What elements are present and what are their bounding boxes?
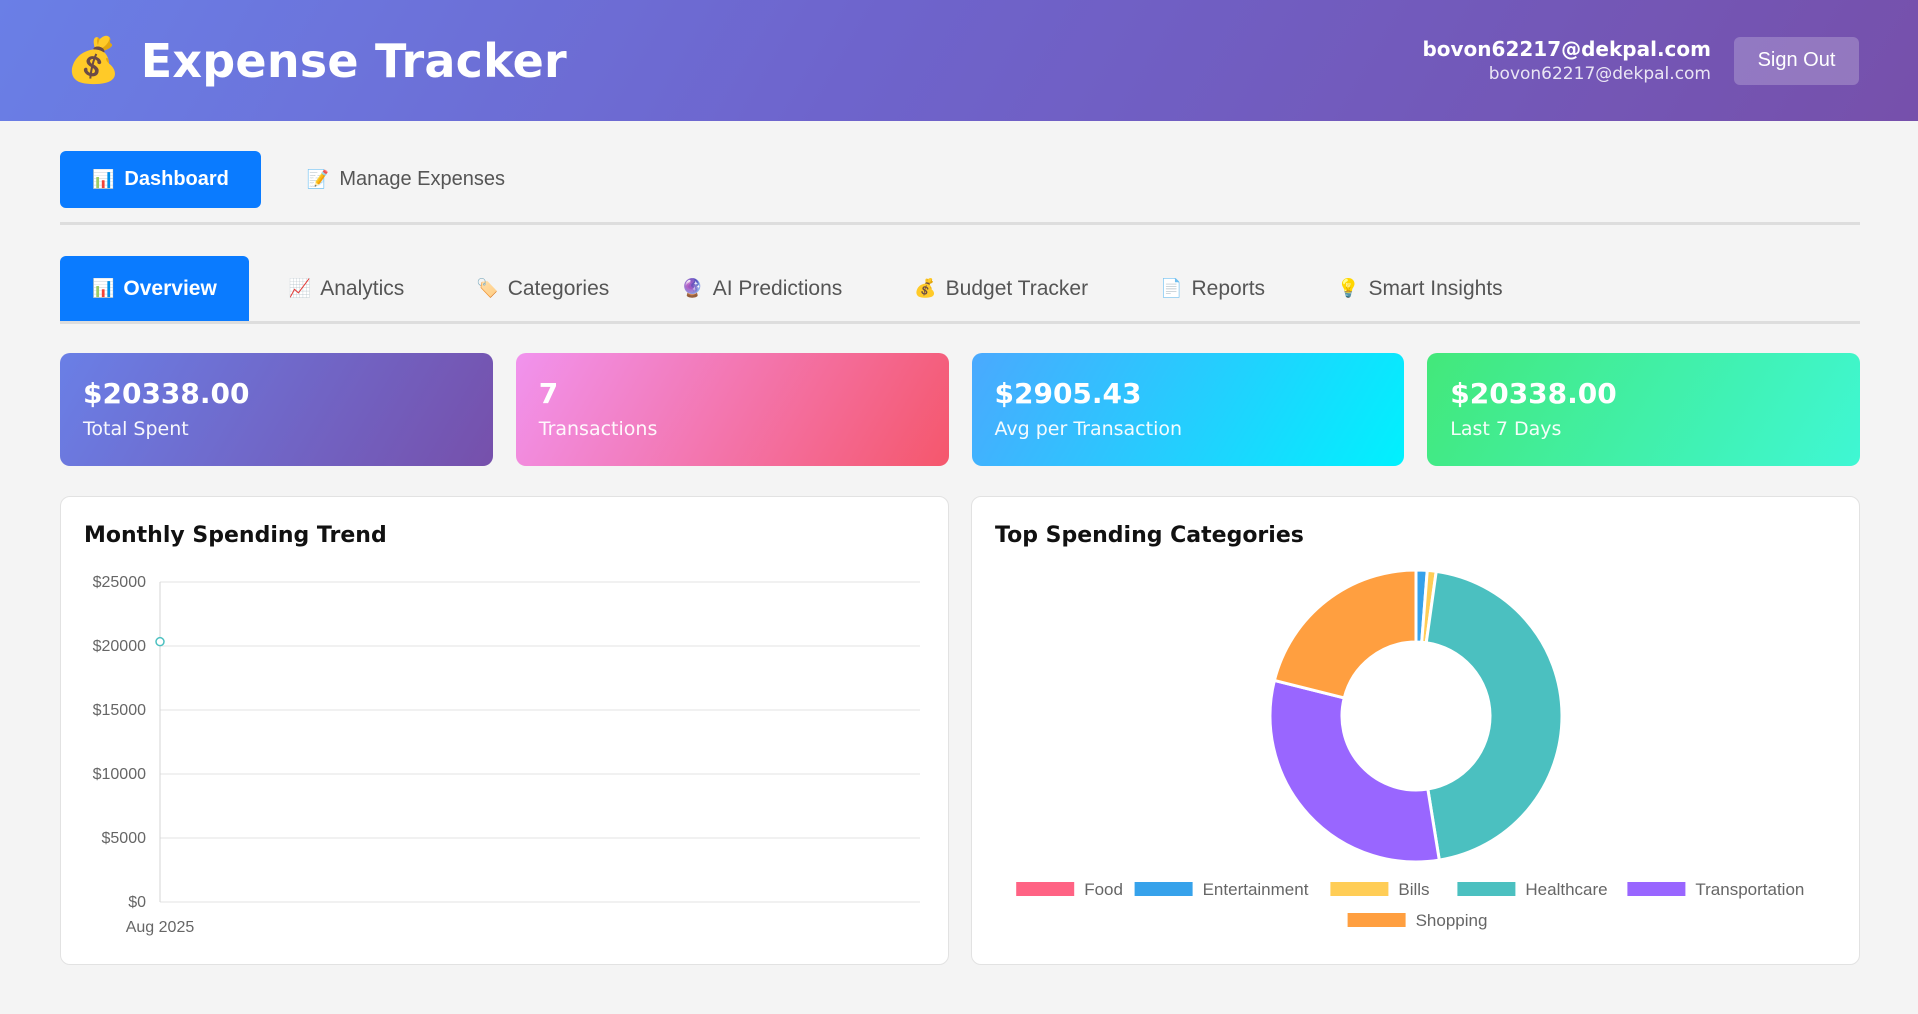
stat-value: $20338.00 xyxy=(83,377,250,410)
bar-chart-icon: 📊 xyxy=(92,169,115,190)
trend-chart-icon: 📈 xyxy=(288,278,312,299)
stat-value: 7 xyxy=(538,377,559,410)
nav-dashboard[interactable]: 📊 Dashboard xyxy=(60,151,261,208)
tab-ai-predictions[interactable]: 🔮 AI Predictions xyxy=(649,256,874,321)
tab-categories[interactable]: 🏷️ Categories xyxy=(444,256,641,321)
user-email: bovon62217@dekpal.com xyxy=(1422,37,1711,61)
document-icon: 📄 xyxy=(1160,278,1183,299)
main-nav: 📊 Dashboard 📝 Manage Expenses xyxy=(60,151,1860,225)
legend-label: Shopping xyxy=(1416,911,1488,930)
legend-swatch xyxy=(1457,882,1516,896)
tab-smart-insights[interactable]: 💡 Smart Insights xyxy=(1305,256,1535,321)
legend-swatch xyxy=(1330,882,1389,896)
user-subemail: bovon62217@dekpal.com xyxy=(1488,64,1711,84)
stat-label: Last 7 Days xyxy=(1450,418,1562,440)
donut-slice xyxy=(1272,568,1418,700)
tab-label: AI Predictions xyxy=(712,276,843,300)
money-bag-icon: 💰 xyxy=(66,34,121,86)
y-tick-label: $0 xyxy=(128,894,146,911)
tag-icon: 🏷️ xyxy=(476,278,499,299)
crystal-ball-icon: 🔮 xyxy=(681,278,704,299)
app-header: 💰 Expense Tracker bovon62217@dekpal.com … xyxy=(0,0,1918,121)
legend-swatch xyxy=(1627,882,1686,896)
y-tick-label: $20000 xyxy=(93,638,146,655)
monthly-trend-chart: $0 $5000 $10000 $15000 $20000 $25000 Aug 2025 xyxy=(93,574,920,936)
stat-value: $20338.00 xyxy=(1450,377,1617,410)
stat-card-last-7-days: $20338.00 Last 7 Days xyxy=(1427,353,1860,466)
data-point xyxy=(155,636,165,647)
tab-label: Reports xyxy=(1191,276,1266,300)
tab-label: Categories xyxy=(507,276,610,300)
tab-analytics[interactable]: 📈 Analytics xyxy=(257,256,436,321)
money-bag-icon: 💰 xyxy=(914,278,937,299)
monthly-trend-panel: Monthly Spending Trend $0 $5000 $10000 $150… xyxy=(60,496,949,965)
y-tick-label: $15000 xyxy=(93,702,146,719)
legend-label: Transportation xyxy=(1695,880,1804,899)
nav-manage-expenses[interactable]: 📝 Manage Expenses xyxy=(275,151,537,208)
tab-label: Budget Tracker xyxy=(945,276,1089,300)
legend-swatch xyxy=(1347,913,1406,927)
nav-label: Dashboard xyxy=(124,168,229,190)
tab-overview[interactable]: 📊 Overview xyxy=(60,256,249,321)
nav-label: Manage Expenses xyxy=(339,168,505,190)
sign-out-button[interactable]: Sign Out xyxy=(1734,36,1859,85)
user-area: bovon62217@dekpal.com bovon62217@dekpal.… xyxy=(1422,36,1859,85)
top-categories-panel: Top Spending Categories Food Entertainmen… xyxy=(971,496,1860,965)
app-title: Expense Tracker xyxy=(140,33,567,88)
legend-label: Entertainment xyxy=(1203,880,1309,899)
x-tick-label: Aug 2025 xyxy=(126,919,195,936)
legend-label: Bills xyxy=(1398,880,1429,899)
donut-slice xyxy=(1424,569,1564,862)
y-tick-label: $25000 xyxy=(93,574,146,591)
tab-label: Analytics xyxy=(320,276,405,300)
stat-label: Avg per Transaction xyxy=(994,418,1183,440)
brand: 💰 Expense Tracker xyxy=(66,34,567,88)
top-categories-chart: Food Entertainment Bills Healthcare Transpor… xyxy=(1016,568,1804,930)
legend-swatch xyxy=(1016,882,1075,896)
stats-row: $20338.00 Total Spent 7 Transactions $29… xyxy=(60,353,1860,466)
legend-label: Food xyxy=(1084,880,1123,899)
memo-icon: 📝 xyxy=(306,169,330,190)
stat-label: Transactions xyxy=(538,418,658,440)
lightbulb-icon: 💡 xyxy=(1337,278,1360,299)
donut-slice xyxy=(1268,678,1442,864)
stat-value: $2905.43 xyxy=(994,377,1142,410)
tab-label: Overview xyxy=(123,276,217,300)
bar-chart-icon: 📊 xyxy=(92,278,115,299)
stat-card-transactions: 7 Transactions xyxy=(515,353,949,466)
user-info: bovon62217@dekpal.com bovon62217@dekpal.… xyxy=(1422,37,1711,84)
stat-card-total-spent: $20338.00 Total Spent xyxy=(60,353,493,466)
stat-card-avg-transaction: $2905.43 Avg per Transaction xyxy=(971,353,1405,466)
y-tick-label: $10000 xyxy=(93,766,146,783)
tab-reports[interactable]: 📄 Reports xyxy=(1128,256,1297,321)
y-tick-label: $5000 xyxy=(102,830,147,847)
tab-budget-tracker[interactable]: 💰 Budget Tracker xyxy=(882,256,1120,321)
tab-label: Smart Insights xyxy=(1368,276,1503,300)
legend-swatch xyxy=(1134,882,1193,896)
legend-label: Healthcare xyxy=(1525,880,1607,899)
sub-tabs: 📊 Overview 📈 Analytics 🏷️ Categories 🔮 A… xyxy=(60,256,1860,324)
stat-label: Total Spent xyxy=(83,418,189,440)
